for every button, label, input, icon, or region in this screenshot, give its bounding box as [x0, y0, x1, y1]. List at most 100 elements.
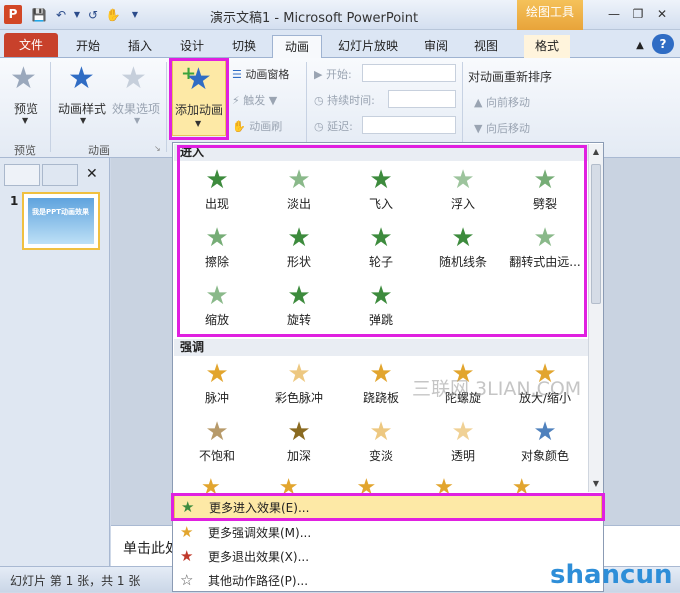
tab-slideshow[interactable]: 幻灯片放映 — [330, 35, 406, 58]
animation-painter-icon: ✋ — [232, 120, 246, 133]
preview-dropdown-icon[interactable]: ▼ — [22, 116, 28, 125]
preview-group-label: 预览 — [14, 144, 36, 157]
effect-lighten[interactable]: ★ 变淡 — [339, 417, 423, 469]
delay-input[interactable] — [362, 116, 456, 134]
close-icon[interactable]: ✕ — [652, 6, 672, 22]
yellow-star-icon: ★ — [205, 417, 229, 447]
yellow-star-icon: ★ — [287, 417, 311, 447]
animation-styles-star-icon: ★ — [68, 61, 95, 96]
emphasis-header: 强调 — [174, 339, 588, 356]
scroll-thumb[interactable] — [591, 164, 601, 304]
save-icon[interactable]: 💾 — [30, 6, 48, 24]
ribbon-divider — [166, 62, 167, 152]
dialog-launcher-icon[interactable]: ↘ — [154, 144, 161, 153]
yellow-star-icon: ★ — [451, 417, 475, 447]
start-label: ▶ 开始: — [314, 68, 352, 81]
help-icon[interactable]: ? — [652, 34, 674, 54]
add-animation-gallery: 进入 ★ 出现 ★ 淡出 ★ 飞入 ★ 浮入 ★ 劈裂 ★ 擦除 ★ 形状 ★ 轮子 ★ 随机线条… — [171, 142, 605, 593]
effect-transparency[interactable]: ★ 透明 — [421, 417, 505, 469]
effect-options-star-icon: ★ — [120, 61, 147, 96]
slide-thumbnail[interactable]: 我是PPT动画效果 — [22, 192, 100, 250]
title-bar: P 💾 ↶ ▼ ↺ ✋ ▼ 演示文稿1 - Microsoft PowerPoi… — [0, 0, 680, 30]
effect-pulse[interactable]: ★ 脉冲 — [175, 359, 259, 411]
up-arrow-icon: ▲ — [474, 96, 483, 109]
preview-button[interactable]: 预览 — [14, 100, 38, 117]
tab-transitions[interactable]: 切换 — [224, 35, 264, 58]
animation-painter-button[interactable]: ✋ 动画刷 — [232, 118, 282, 134]
format-painter-icon[interactable]: ✋ — [104, 6, 122, 24]
yellow-star-icon: ★ — [287, 359, 311, 389]
slide-thumbnail-text: 我是PPT动画效果 — [32, 208, 90, 216]
down-arrow-icon: ▼ — [474, 122, 483, 135]
animation-pane-label: 动画窗格 — [245, 68, 290, 81]
tab-view[interactable]: 视图 — [466, 35, 506, 58]
trigger-icon: ⚡ — [232, 94, 240, 107]
effect-color-pulse[interactable]: ★ 彩色脉冲 — [257, 359, 341, 411]
more-emphasis-effects[interactable]: ★ 更多强调效果(M)... — [174, 521, 602, 545]
reorder-title: 对动画重新排序 — [468, 70, 553, 84]
slide-number: 1 — [10, 194, 19, 208]
red-star-icon: ★ — [180, 547, 194, 565]
delay-clock-icon: ◷ — [314, 120, 324, 133]
watermark-3lian: 三联网 3LIAN.COM — [412, 378, 582, 400]
notes-placeholder: 单击此处 — [123, 541, 179, 557]
effect-object-color[interactable]: ★ 对象颜色 — [503, 417, 587, 469]
yellow-star-icon: ★ — [180, 523, 194, 541]
watermark-shancun: shancun — [550, 560, 673, 590]
highlight-more-entrance — [171, 493, 605, 521]
tab-design[interactable]: 设计 — [172, 35, 212, 58]
more-exit-effects[interactable]: ★ 更多退出效果(X)... — [174, 545, 602, 569]
tab-file[interactable]: 文件 — [4, 33, 58, 57]
effect-darken[interactable]: ★ 加深 — [257, 417, 341, 469]
start-icon: ▶ — [314, 68, 323, 81]
close-pane-icon[interactable]: ✕ — [86, 166, 98, 182]
duration-label: ◷ 持续时间: — [314, 94, 375, 107]
scroll-down-icon[interactable]: ▼ — [591, 478, 601, 490]
move-later-button[interactable]: ▼ 向后移动 — [474, 120, 530, 136]
tab-home[interactable]: 开始 — [68, 35, 108, 58]
drawing-tools-context-label: 绘图工具 — [517, 0, 583, 30]
tab-insert[interactable]: 插入 — [120, 35, 160, 58]
tab-format[interactable]: 格式 — [524, 35, 570, 58]
move-earlier-button[interactable]: ▲ 向前移动 — [474, 94, 530, 110]
trigger-button[interactable]: ⚡ 触发 ▼ — [232, 92, 277, 108]
animation-styles-button[interactable]: 动画样式 — [58, 100, 106, 117]
delay-label: ◷ 延迟: — [314, 120, 353, 133]
ribbon-tabs: 文件 开始 插入 设计 切换 动画 幻灯片放映 审阅 视图 格式 ▲ ? — [0, 30, 680, 58]
restore-icon[interactable]: ❐ — [628, 6, 648, 22]
animation-pane-button[interactable]: ☰ 动画窗格 — [232, 66, 289, 82]
yellow-star-icon: ★ — [205, 359, 229, 389]
tab-review[interactable]: 审阅 — [416, 35, 456, 58]
powerpoint-app-icon[interactable]: P — [4, 5, 22, 24]
effect-options-button[interactable]: 效果选项 — [112, 100, 160, 117]
outline-tab[interactable] — [42, 164, 78, 186]
tab-animations[interactable]: 动画 — [272, 35, 322, 58]
ribbon-collapse-icon[interactable]: ▲ — [630, 35, 650, 58]
effect-options-dropdown-icon[interactable]: ▼ — [134, 116, 140, 125]
effect-desaturate[interactable]: ★ 不饱和 — [175, 417, 259, 469]
window-title: 演示文稿1 - Microsoft PowerPoint — [210, 11, 419, 26]
outline-star-icon: ☆ — [180, 571, 194, 589]
slides-tab[interactable] — [4, 164, 40, 186]
preview-star-icon: ★ — [10, 61, 37, 96]
customize-toolbar-icon[interactable]: ▼ — [126, 6, 144, 24]
slide-thumbnail-image: 我是PPT动画效果 — [28, 198, 94, 244]
animation-styles-dropdown-icon[interactable]: ▼ — [80, 116, 86, 125]
emphasis-row-partial: ★★★★★ — [201, 475, 581, 493]
ribbon-divider — [462, 62, 463, 152]
duration-input[interactable] — [388, 90, 456, 108]
redo-icon[interactable]: ↺ — [84, 6, 102, 24]
ribbon-divider — [306, 62, 307, 152]
effect-teeter[interactable]: ★ 跷跷板 — [339, 359, 423, 411]
slide-count-status: 幻灯片 第 1 张，共 1 张 — [10, 574, 141, 588]
highlight-entrance-section — [177, 145, 587, 337]
slides-pane: ✕ 1 我是PPT动画效果 — [0, 158, 110, 566]
gallery-scrollbar[interactable]: ▲ ▼ — [588, 144, 603, 492]
more-motion-paths[interactable]: ☆ 其他动作路径(P)... — [174, 569, 602, 593]
scroll-up-icon[interactable]: ▲ — [591, 146, 601, 158]
clock-icon: ◷ — [314, 94, 324, 107]
animation-group-label: 动画 — [88, 144, 110, 157]
start-combo[interactable] — [362, 64, 456, 82]
trigger-label: 触发 — [243, 94, 266, 107]
minimize-icon[interactable]: — — [604, 6, 624, 22]
